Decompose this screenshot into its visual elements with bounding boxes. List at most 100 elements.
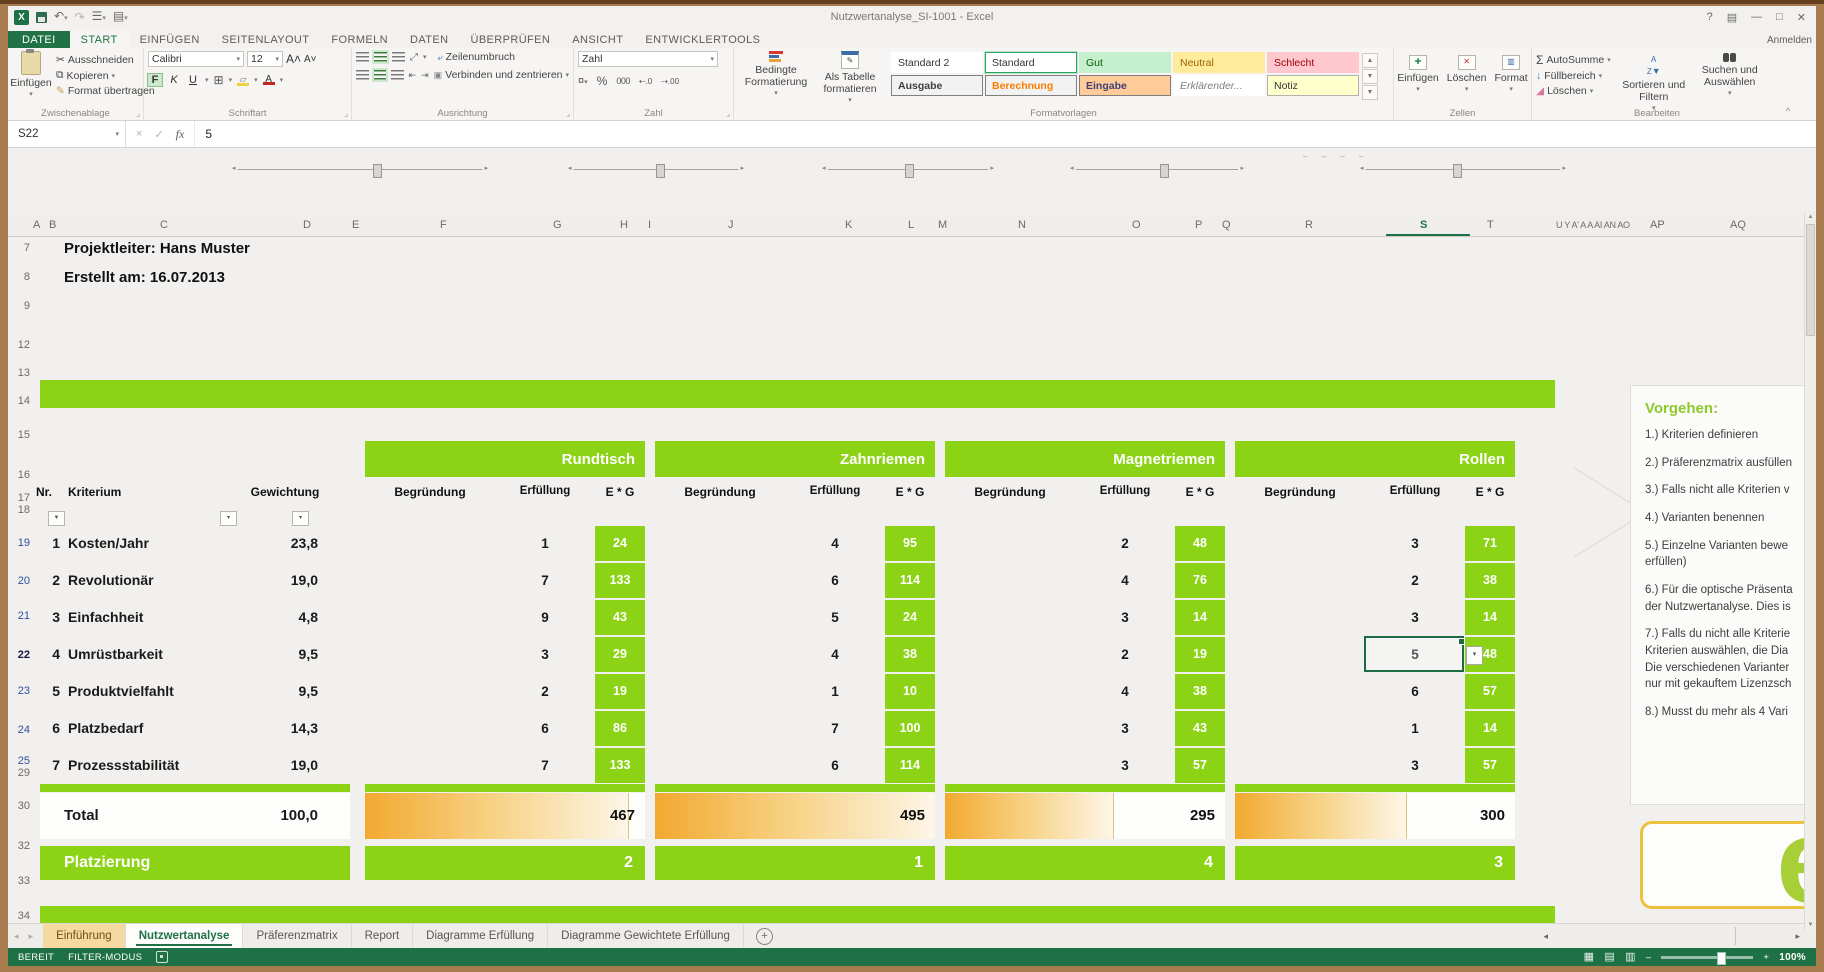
style-standard[interactable]: Standard (985, 52, 1077, 73)
hscroll-right-icon[interactable]: ▸ (1795, 924, 1800, 948)
sheet-tab-diagramme-gewichtete[interactable]: Diagramme Gewichtete Erfüllung (548, 924, 744, 948)
cell-eg[interactable]: 57 (1465, 674, 1515, 709)
decrease-decimal-icon[interactable]: ⇢.00 (661, 77, 679, 86)
variant-header-zahnriemen[interactable]: Zahnriemen (655, 441, 935, 477)
fill-handle[interactable] (1458, 638, 1465, 645)
cell-erfuellung[interactable]: 6 (1365, 673, 1465, 710)
cell-erfuellung[interactable]: 2 (1075, 525, 1175, 562)
tab-datei[interactable]: DATEI (8, 31, 70, 48)
cell-erfuellung[interactable]: 7 (785, 710, 885, 747)
tab-seitenlayout[interactable]: SEITENLAYOUT (211, 31, 321, 48)
next-sheet-icon[interactable]: ▸ (29, 931, 34, 942)
gallery-down-icon[interactable]: ▼ (1362, 69, 1378, 84)
cell-gewichtung[interactable]: 19,0 (238, 747, 318, 784)
cell-eg[interactable]: 57 (1465, 748, 1515, 783)
ribbon-display-options-icon[interactable]: ▤ (1727, 11, 1737, 24)
row-header-13[interactable]: 13 (8, 365, 30, 381)
cell-erfuellung[interactable]: 3 (1075, 599, 1175, 636)
cell-erfuellung[interactable]: 2 (495, 673, 595, 710)
cell-erfuellung[interactable]: 7 (495, 562, 595, 599)
cell-eg[interactable]: 76 (1175, 563, 1225, 598)
variant-header-rollen[interactable]: Rollen (1235, 441, 1515, 477)
row-header-18[interactable]: 18 (8, 502, 30, 518)
orientation-icon[interactable]: ⤢ (410, 52, 418, 63)
cell-nr[interactable]: 5 (36, 673, 60, 710)
style-berechnung[interactable]: Berechnung (985, 75, 1077, 96)
align-bottom-icon[interactable] (392, 52, 405, 62)
col-header-B[interactable]: B (49, 214, 56, 236)
page-break-view-icon[interactable]: ▥ (1625, 952, 1636, 963)
enter-icon[interactable]: ✓ (154, 128, 163, 141)
col-header-J[interactable]: J (728, 214, 734, 236)
style-eingabe[interactable]: Eingabe (1079, 75, 1171, 96)
cell-eg[interactable]: 43 (1175, 711, 1225, 746)
tab-ansicht[interactable]: ANSICHT (561, 31, 634, 48)
cell-eg[interactable]: 100 (885, 711, 935, 746)
row-header-16[interactable]: 16 (8, 467, 30, 483)
format-cells-button[interactable]: ▥ Format▾ (1494, 55, 1527, 94)
style-gut[interactable]: Gut (1079, 52, 1171, 73)
cell-erfuellung[interactable]: 6 (785, 562, 885, 599)
filter-dropdown-icon[interactable]: ▾ (292, 511, 309, 526)
hscroll-left-icon[interactable]: ◂ (1543, 924, 1548, 948)
col-header-K[interactable]: K (845, 214, 852, 236)
embedded-scrollbar[interactable]: ◂▸ (232, 162, 488, 178)
cell-erfuellung[interactable]: 4 (1075, 673, 1175, 710)
zoom-in-icon[interactable]: + (1763, 952, 1769, 963)
sheet-tab-diagramme-erfuellung[interactable]: Diagramme Erfüllung (413, 924, 548, 948)
find-select-button[interactable]: Suchen und Auswählen▾ (1697, 51, 1763, 113)
align-right-icon[interactable] (391, 70, 404, 80)
clear-button[interactable]: ◢Löschen▾ (1536, 85, 1611, 97)
cell-gewichtung[interactable]: 23,8 (238, 525, 318, 562)
col-header-L[interactable]: L (908, 214, 914, 236)
align-top-icon[interactable] (356, 52, 369, 62)
col-header-M[interactable]: M (938, 214, 947, 236)
cell-kriterium[interactable]: Prozessstabilität (68, 747, 179, 784)
col-header-E[interactable]: E (352, 214, 359, 236)
comma-style-icon[interactable]: 000 (616, 76, 630, 86)
row-header-15[interactable]: 15 (8, 427, 30, 443)
sheet-tab-einfuehrung[interactable]: Einführung (43, 924, 126, 948)
cell-eg[interactable]: 38 (1465, 563, 1515, 598)
redo-icon[interactable]: ↷ (75, 11, 85, 23)
cell-erfuellung[interactable]: 3 (1075, 710, 1175, 747)
spreadsheet-grid[interactable]: 7891213141516171819202122232425293032333… (8, 237, 1816, 923)
grow-font-icon[interactable]: A˄ (286, 52, 301, 66)
filter-dropdown-icon[interactable]: ▼ (48, 511, 65, 526)
col-header-P[interactable]: P (1195, 214, 1202, 236)
tab-entwicklertools[interactable]: ENTWICKLERTOOLS (634, 31, 771, 48)
col-header-I[interactable]: I (648, 214, 651, 236)
cell-nr[interactable]: 1 (36, 525, 60, 562)
cell-erfuellung[interactable]: 2 (1365, 562, 1465, 599)
cell-eg[interactable]: 86 (595, 711, 645, 746)
cell-erfuellung[interactable]: 1 (785, 673, 885, 710)
total-label-cell[interactable]: Total 100,0 (40, 793, 350, 839)
cell-dropdown-icon[interactable]: ▾ (1466, 646, 1483, 665)
row-header-9[interactable]: 9 (8, 298, 30, 314)
cell-eg[interactable]: 24 (595, 526, 645, 561)
col-header-AP[interactable]: AP (1650, 214, 1665, 236)
col-header-R[interactable]: R (1305, 214, 1313, 236)
normal-view-icon[interactable]: ▦ (1584, 952, 1595, 963)
number-dialog-launcher[interactable]: ⌟ (726, 109, 730, 118)
cell-eg[interactable]: 29 (595, 637, 645, 672)
fill-button[interactable]: ↓Füllbereich▾ (1536, 70, 1611, 82)
col-header-Q[interactable]: Q (1222, 214, 1231, 236)
cell-eg[interactable]: 14 (1465, 711, 1515, 746)
cell-erfuellung[interactable]: 6 (785, 747, 885, 784)
col-header-T[interactable]: T (1487, 214, 1494, 236)
total-cell-magnetriemen[interactable]: 295 (945, 793, 1225, 839)
gallery-more-icon[interactable]: ▼ (1362, 85, 1378, 100)
variant-header-magnetriemen[interactable]: Magnetriemen (945, 441, 1225, 477)
cell-nr[interactable]: 7 (36, 747, 60, 784)
col-header-H[interactable]: H (620, 214, 628, 236)
cell-nr[interactable]: 6 (36, 710, 60, 747)
save-icon[interactable] (36, 12, 47, 23)
italic-button[interactable]: K (167, 74, 181, 86)
font-dialog-launcher[interactable]: ⌟ (344, 109, 348, 118)
cell-erstellt-am[interactable]: Erstellt am: 16.07.2013 (64, 269, 225, 286)
embedded-scrollbar[interactable]: ◂▸ (568, 162, 744, 178)
cell-erfuellung[interactable]: 3 (1365, 525, 1465, 562)
cell-eg[interactable]: 57 (1175, 748, 1225, 783)
close-button[interactable]: ✕ (1797, 11, 1806, 24)
